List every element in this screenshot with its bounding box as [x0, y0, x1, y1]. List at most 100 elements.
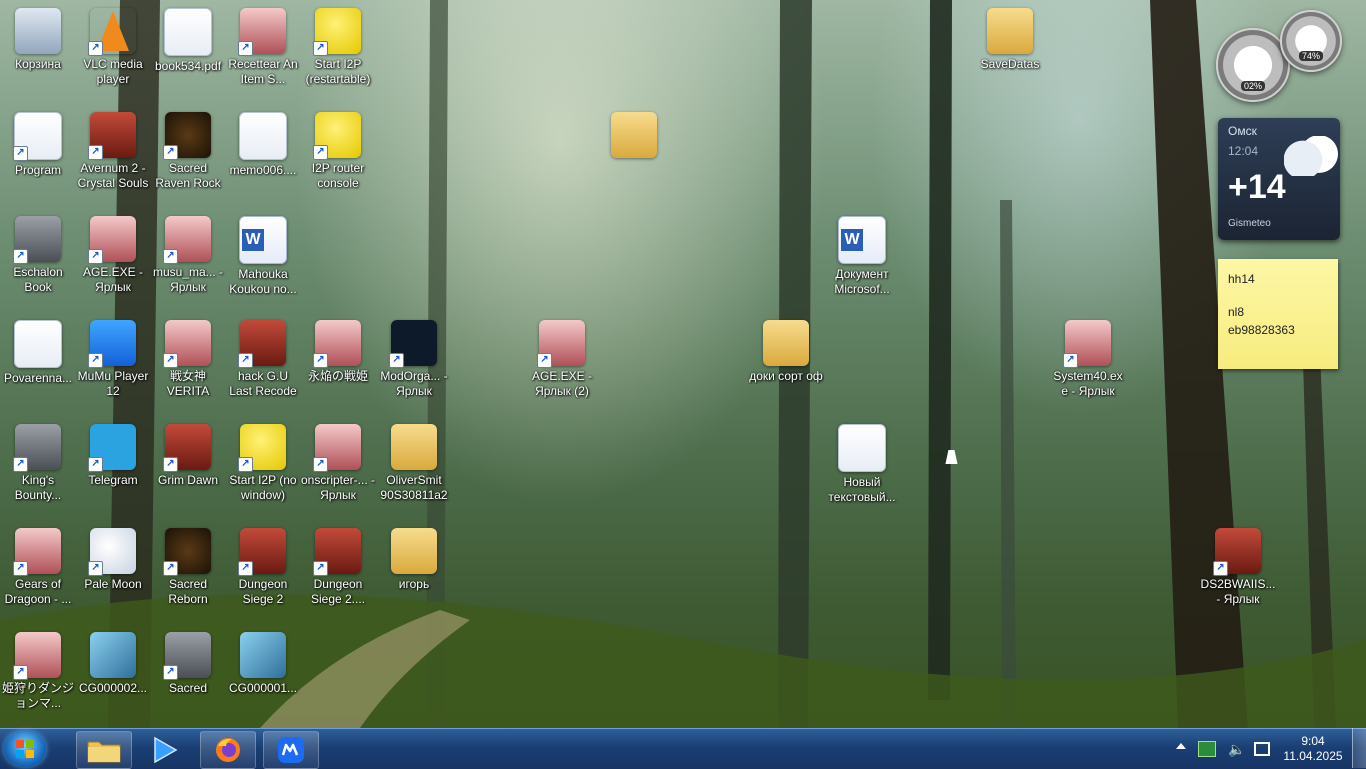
- desktop-icon[interactable]: ↗ AGE.EXE - Ярлык: [75, 208, 151, 308]
- desktop-icon-label: Dungeon Siege 2: [238, 577, 288, 606]
- desktop-icon[interactable]: ↗ Recettear An Item S...: [225, 0, 301, 100]
- shortcut-arrow-icon: ↗: [389, 353, 404, 368]
- weather-gadget[interactable]: Омск 12:04 +14 Gismeteo: [1218, 118, 1340, 240]
- desktop-icon[interactable]: ↗ Program: [0, 104, 76, 204]
- taskbar-media-player-button[interactable]: [137, 731, 193, 769]
- desktop-icon[interactable]: ↗ Sacred: [150, 624, 226, 724]
- desktop-icon-label: 戦女神VERITA: [166, 369, 210, 398]
- show-hidden-icons-icon[interactable]: [1176, 743, 1186, 749]
- sticky-note-gadget[interactable]: hh14 nl8 eb98828363: [1218, 259, 1338, 369]
- age-icon: ↗: [88, 216, 136, 264]
- desktop-icon[interactable]: ↗ Pale Moon: [75, 520, 151, 620]
- desktop-icon[interactable]: CG000001...: [225, 624, 301, 724]
- desktop-icon[interactable]: ↗ Avernum 2 - Crystal Souls: [75, 104, 151, 204]
- firefox-icon: [216, 738, 240, 762]
- desktop-icon[interactable]: Корзина: [0, 0, 76, 100]
- desktop-icon[interactable]: ↗ MuMu Player 12: [75, 312, 151, 412]
- word-doc-icon: [838, 216, 886, 264]
- desktop-icon[interactable]: [596, 104, 672, 204]
- clock[interactable]: 9:04 11.04.2025: [1282, 734, 1344, 764]
- desktop-icon-label: CG000001...: [228, 681, 298, 695]
- musu-icon: ↗: [163, 216, 211, 264]
- desktop-icon[interactable]: ↗ hack G.U Last Recode: [225, 312, 301, 412]
- i2p-icon: ↗: [313, 8, 361, 56]
- desktop-icon[interactable]: OliverSmit 90S30811a2: [376, 416, 452, 516]
- desktop-icon-label: Документ Microsof...: [834, 267, 890, 296]
- network-icon[interactable]: [1198, 741, 1216, 757]
- i2p-console-icon: ↗: [313, 112, 361, 160]
- desktop-icon[interactable]: ↗ System40.exe - Ярлык: [1050, 312, 1126, 412]
- taskbar-mumu-button[interactable]: [263, 731, 319, 769]
- desktop-icon[interactable]: ↗ Sacred Reborn: [150, 520, 226, 620]
- desktop-icon[interactable]: ↗ King's Bounty...: [0, 416, 76, 516]
- weather-brand: Gismeteo: [1228, 218, 1271, 229]
- desktop-icon[interactable]: ↗ AGE.EXE - Ярлык (2): [524, 312, 600, 412]
- desktop-icon[interactable]: memo006....: [225, 104, 301, 204]
- desktop-icon[interactable]: Povarenna...: [0, 312, 76, 412]
- desktop-icon[interactable]: Mahouka Koukou no...: [225, 208, 301, 308]
- desktop-icon[interactable]: ↗ VLC media player: [75, 0, 151, 100]
- folder-icon: [87, 741, 121, 763]
- desktop-icon[interactable]: ↗ onscripter-... - Ярлык: [300, 416, 376, 516]
- desktop-icon[interactable]: ↗ 戦女神VERITA: [150, 312, 226, 412]
- desktop-icon-label: Корзина: [15, 57, 61, 71]
- desktop-icon[interactable]: ↗ DS2BWAIIS... - Ярлык: [1200, 520, 1276, 620]
- desktop-icon-label: Dungeon Siege 2....: [310, 577, 366, 606]
- weather-city: Омск: [1228, 124, 1257, 138]
- desktop-icon-label: onscripter-... - Ярлык: [300, 473, 375, 502]
- show-desktop-button[interactable]: [1352, 728, 1366, 768]
- taskbar-firefox-button[interactable]: [200, 731, 256, 769]
- desktop-icon[interactable]: ↗ Dungeon Siege 2: [225, 520, 301, 620]
- desktop-icon[interactable]: book534.pdf: [150, 0, 226, 100]
- desktop-icon[interactable]: ↗ Telegram: [75, 416, 151, 516]
- shortcut-arrow-icon: ↗: [1063, 353, 1078, 368]
- desktop-icon[interactable]: ↗ musu_ma... - Ярлык: [150, 208, 226, 308]
- desktop-icon[interactable]: CG000002...: [75, 624, 151, 724]
- desktop-icon[interactable]: ↗ Eschalon Book: [0, 208, 76, 308]
- desktop-icon[interactable]: ↗ ModOrga... - Ярлык: [376, 312, 452, 412]
- eschalon-icon: ↗: [13, 216, 61, 264]
- cpu-meter-gadget[interactable]: 02% 74%: [1216, 10, 1342, 102]
- folder-icon: [391, 528, 437, 574]
- desktop-icon-label: Recettear An Item S...: [228, 57, 298, 86]
- recettear-icon: ↗: [238, 8, 286, 56]
- desktop-icon[interactable]: ↗ 姫狩りダンジョンマ...: [0, 624, 76, 724]
- shortcut-arrow-icon: ↗: [88, 145, 103, 160]
- taskbar-explorer-button[interactable]: [76, 731, 132, 769]
- gears-icon: ↗: [13, 528, 61, 576]
- desktop-icon-label: Sacred Raven Rock: [155, 161, 221, 190]
- volume-icon[interactable]: 🔈: [1228, 741, 1245, 758]
- desktop-icon[interactable]: ↗ Start I2P (restartable): [300, 0, 376, 100]
- start-button[interactable]: [4, 731, 46, 767]
- desktop-icon[interactable]: ↗ 永焔の戦姫: [300, 312, 376, 412]
- desktop-icon[interactable]: SaveDatas: [972, 0, 1048, 100]
- note-line: hh14: [1228, 272, 1255, 286]
- shortcut-arrow-icon: ↗: [313, 561, 328, 576]
- desktop-icon[interactable]: Новый текстовый...: [824, 416, 900, 516]
- desktop-icon[interactable]: ↗ Grim Dawn: [150, 416, 226, 516]
- desktop-icon[interactable]: ↗ I2P router console: [300, 104, 376, 204]
- telegram-icon: ↗: [88, 424, 136, 472]
- recycle-bin-icon: [15, 8, 61, 54]
- shortcut-arrow-icon: ↗: [13, 665, 28, 680]
- desktop-icon[interactable]: ↗ Dungeon Siege 2....: [300, 520, 376, 620]
- desktop[interactable]: Корзина ↗ VLC media player book534.pdf ↗ Rece…: [0, 0, 1366, 728]
- shortcut-arrow-icon: ↗: [88, 41, 103, 56]
- desktop-icon[interactable]: ↗ Sacred Raven Rock: [150, 104, 226, 204]
- desktop-icon-label: доки сорт оф: [749, 369, 823, 383]
- sacred-icon: ↗: [163, 528, 211, 576]
- desktop-icon-label: DS2BWAIIS... - Ярлык: [1200, 577, 1276, 606]
- desktop-icon[interactable]: Документ Microsof...: [824, 208, 900, 308]
- shortcut-arrow-icon: ↗: [13, 146, 28, 161]
- desktop-icon-label: Start I2P (restartable): [305, 57, 371, 86]
- desktop-icon[interactable]: ↗ Gears of Dragoon - ...: [0, 520, 76, 620]
- desktop-icon[interactable]: игорь: [376, 520, 452, 620]
- desktop-icon-label: MuMu Player 12: [77, 369, 149, 398]
- desktop-icon-label: игорь: [398, 577, 430, 591]
- ram-value: 74%: [1298, 51, 1324, 61]
- shortcut-arrow-icon: ↗: [88, 249, 103, 264]
- action-center-icon[interactable]: [1254, 742, 1270, 756]
- shortcut-arrow-icon: ↗: [238, 41, 253, 56]
- desktop-icon[interactable]: ↗ Start I2P (no window): [225, 416, 301, 516]
- desktop-icon[interactable]: доки сорт оф: [748, 312, 824, 412]
